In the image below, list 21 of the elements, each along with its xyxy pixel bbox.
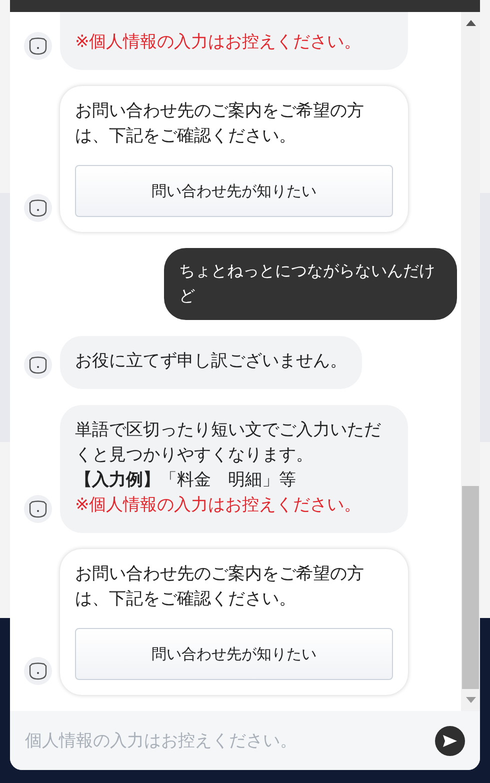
message-text: お役に立てず申し訳ございません。 (75, 350, 347, 373)
message-text: ちょとねっとにつながらないんだけど (179, 260, 436, 307)
message-text: 単語で区切ったり短い文でご入力いただくと見つかりやすくなります。 (75, 419, 382, 467)
scroll-up-icon[interactable] (466, 20, 476, 26)
scrollbar-thumb[interactable] (462, 486, 479, 689)
bot-avatar-icon (24, 194, 52, 222)
message-text: お問い合わせ先のご案内をご希望の方は、下記をご確認ください。 (75, 100, 365, 148)
bot-avatar-icon (24, 657, 52, 685)
message-text: お問い合わせ先のご案内をご希望の方は、下記をご確認ください。 (75, 563, 365, 611)
message-text: 【入力例】「料金 明細」等 (75, 469, 297, 492)
scrollbar[interactable] (461, 12, 480, 711)
send-icon (442, 734, 458, 748)
message-input[interactable]: 個人情報の入力はお控えください。 (10, 711, 480, 770)
warning-text: ※個人情報の入力はお控えください。 (75, 494, 362, 517)
bot-avatar-icon (24, 351, 52, 379)
bot-avatar-icon (24, 32, 52, 60)
option-button[interactable]: 問い合わせ先が知りたい (75, 628, 393, 680)
bot-avatar-icon (24, 495, 52, 523)
warning-text: ※個人情報の入力はお控えください。 (75, 31, 362, 54)
scroll-down-icon[interactable] (466, 697, 476, 703)
option-button[interactable]: 問い合わせ先が知りたい (75, 165, 393, 217)
